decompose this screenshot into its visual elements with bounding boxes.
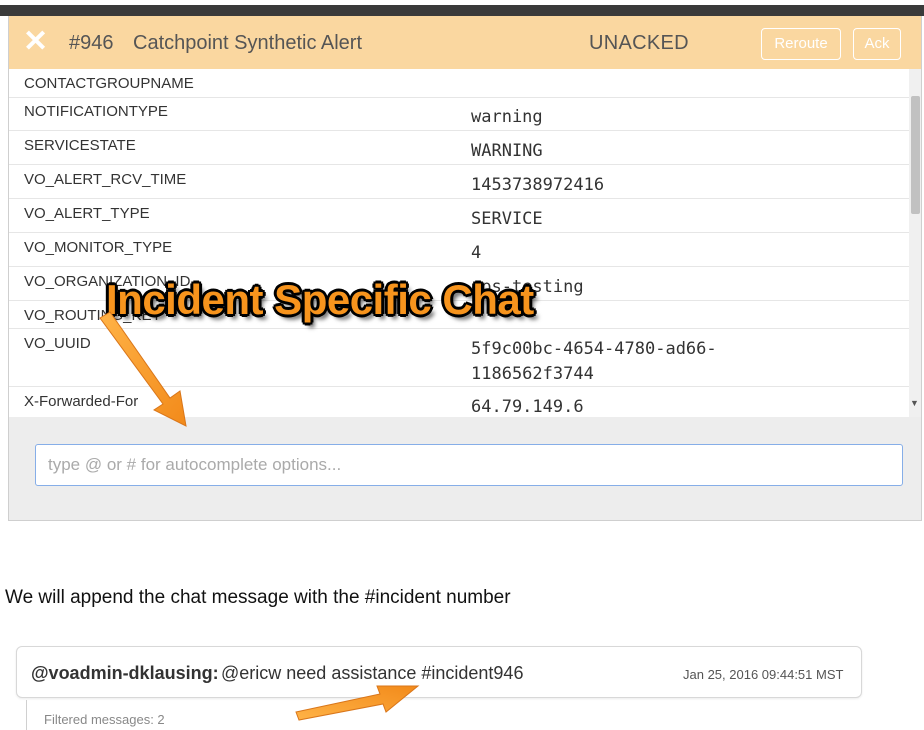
field-key: NOTIFICATIONTYPE xyxy=(24,103,168,120)
message-timestamp: Jan 25, 2016 09:44:51 MST xyxy=(683,667,844,682)
field-key: VO_UUID xyxy=(24,335,91,352)
table-row: X-Forwarded-For 64.79.149.6 xyxy=(9,387,909,417)
field-value: 4 xyxy=(471,243,482,263)
table-row: VO_ALERT_TYPE SERVICE xyxy=(9,199,909,233)
filtered-messages: Filtered messages: 2 xyxy=(44,712,165,727)
scrollbar-thumb[interactable] xyxy=(911,96,920,214)
incident-status: UNACKED xyxy=(589,32,689,54)
field-key: CONTACTGROUPNAME xyxy=(24,75,194,92)
incident-title: Catchpoint Synthetic Alert xyxy=(133,32,363,54)
field-key: VO_ALERT_TYPE xyxy=(24,205,150,222)
thread-line xyxy=(26,700,27,730)
field-key: X-Forwarded-For xyxy=(24,393,139,410)
close-icon[interactable]: ✕ xyxy=(23,22,48,62)
field-key: VO_MONITOR_TYPE xyxy=(24,239,173,256)
reroute-button[interactable]: Reroute xyxy=(761,28,841,60)
table-row: VO_UUID 5f9c00bc-4654-4780-ad66- 1186562… xyxy=(9,329,909,387)
table-row: NOTIFICATIONTYPE warning xyxy=(9,97,909,131)
field-value: warning xyxy=(471,107,543,127)
message-user[interactable]: @voadmin-dklausing: xyxy=(31,663,219,684)
ack-button[interactable]: Ack xyxy=(853,28,901,60)
alert-fields-table: CONTACTGROUPNAME NOTIFICATIONTYPE warnin… xyxy=(9,69,909,417)
caption-text: We will append the chat message with the… xyxy=(5,587,511,608)
field-key: VO_ALERT_RCV_TIME xyxy=(24,171,187,188)
incident-panel: ✕ #946 Catchpoint Synthetic Alert UNACKE… xyxy=(8,16,922,521)
window-top-strip xyxy=(0,0,924,16)
field-value: SERVICE xyxy=(471,209,543,229)
table-row: SERVICESTATE WARNING xyxy=(9,131,909,165)
message-text: @ericw need assistance #incident946 xyxy=(221,663,524,683)
incident-header: ✕ #946 Catchpoint Synthetic Alert UNACKE… xyxy=(9,16,921,69)
table-row: VO_MONITOR_TYPE 4 xyxy=(9,233,909,267)
field-key: SERVICESTATE xyxy=(24,137,136,154)
chat-message-card: @voadmin-dklausing: @ericw need assistan… xyxy=(16,646,862,698)
top-bar xyxy=(0,5,924,16)
field-value: WARNING xyxy=(471,141,543,161)
field-value: 5f9c00bc-4654-4780-ad66- 1186562f3744 xyxy=(471,339,717,384)
chat-input[interactable] xyxy=(35,444,903,486)
table-row: VO_ALERT_RCV_TIME 1453738972416 xyxy=(9,165,909,199)
field-value: 64.79.149.6 xyxy=(471,397,584,417)
incident-chat-annotation: Incident Specific Chat xyxy=(106,276,534,323)
incident-number: #946 xyxy=(69,32,114,54)
scroll-down-icon[interactable]: ▼ xyxy=(910,398,919,408)
table-row: CONTACTGROUPNAME xyxy=(9,69,909,98)
field-value: 1453738972416 xyxy=(471,175,605,195)
